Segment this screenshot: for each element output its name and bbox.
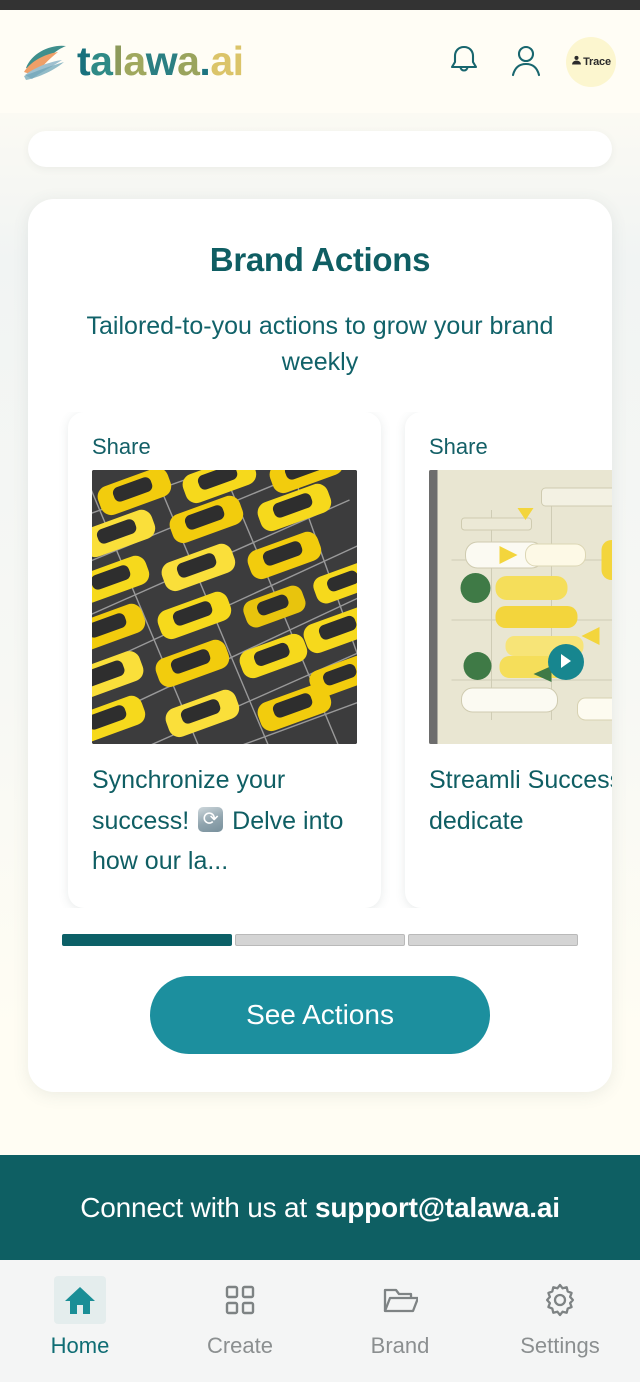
talawa-logo-icon [22, 42, 68, 82]
nav-item-settings[interactable]: Settings [480, 1276, 640, 1359]
caption-text-before: Streamli [429, 766, 521, 794]
notifications-button[interactable] [442, 40, 486, 84]
actions-carousel[interactable]: Share Synchronize your success! ⟳ Delve … [28, 412, 612, 908]
nav-label-brand: Brand [370, 1333, 430, 1358]
action-thumbnail [429, 470, 612, 744]
action-caption: Synchronize your success! Delve into how… [92, 760, 357, 882]
top-placeholder-strip [28, 131, 612, 167]
see-actions-container: See Actions [28, 975, 612, 1054]
action-caption: Streamli Success dedicate [429, 760, 612, 841]
nav-label-home: Home [50, 1333, 110, 1358]
support-prefix-text: Connect with us at [80, 1191, 307, 1223]
trace-badge[interactable]: Trace [566, 36, 616, 87]
user-icon [509, 43, 543, 80]
carousel-progress[interactable] [62, 933, 578, 946]
sync-emoji-icon [198, 806, 224, 832]
app-header: talawa.ai Trace [0, 10, 640, 113]
carousel-track: Share Synchronize your success! ⟳ Delve … [68, 412, 612, 908]
progress-segment[interactable] [62, 933, 232, 946]
header-actions: Trace [442, 36, 616, 87]
nav-item-create[interactable]: Create [160, 1276, 320, 1359]
page-subtitle: Tailored-to-you actions to grow your bra… [86, 312, 554, 376]
play-arrow-icon [559, 653, 573, 672]
grid-icon [214, 1276, 266, 1324]
share-badge: Share [92, 434, 151, 459]
brand-actions-card: Brand Actions Tailored-to-you actions to… [28, 199, 612, 1092]
yellow-taxis-image [92, 470, 357, 744]
action-card[interactable]: Share [68, 412, 381, 908]
action-thumbnail [92, 470, 357, 744]
person-trace-icon [571, 53, 582, 71]
share-badge: Share [429, 434, 488, 459]
folder-icon [374, 1276, 426, 1324]
carousel-next-button[interactable] [548, 644, 584, 680]
brand-logo[interactable]: talawa.ai [22, 41, 244, 82]
progress-segment[interactable] [235, 933, 405, 946]
bottom-navigation: Home Create Brand Settings [0, 1260, 640, 1382]
profile-button[interactable] [504, 40, 548, 84]
support-contact-bar: Connect with us at support@talawa.ai [0, 1155, 640, 1260]
progress-segment[interactable] [408, 933, 578, 946]
nav-label-settings: Settings [520, 1333, 600, 1358]
app-root: talawa.ai Trace Brand Actions Tailored-t… [0, 0, 640, 1382]
home-icon [54, 1276, 106, 1324]
trace-badge-label: Trace [583, 55, 611, 68]
page-body: Brand Actions Tailored-to-you actions to… [0, 113, 640, 1155]
system-status-bar [0, 0, 640, 10]
flowchart-diagram-image [429, 470, 612, 744]
nav-item-brand[interactable]: Brand [320, 1276, 480, 1359]
nav-label-create: Create [206, 1333, 274, 1358]
support-email-link[interactable]: support@talawa.ai [315, 1192, 560, 1224]
see-actions-button[interactable]: See Actions [150, 975, 490, 1054]
nav-item-home[interactable]: Home [0, 1276, 160, 1359]
page-title: Brand Actions [209, 241, 431, 278]
bell-icon [448, 43, 480, 80]
gear-icon [534, 1276, 586, 1324]
brand-wordmark: talawa.ai [77, 38, 244, 84]
